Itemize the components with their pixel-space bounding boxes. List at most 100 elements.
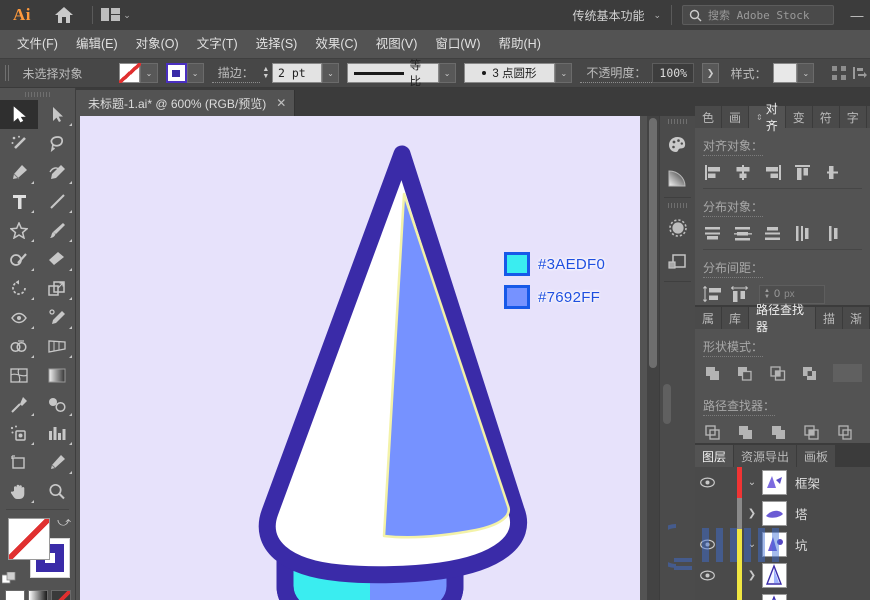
width-tool[interactable] <box>0 303 38 332</box>
horizontal-distribute-space-icon[interactable] <box>731 284 751 304</box>
layers-panel-icon[interactable] <box>660 245 695 279</box>
pen-tool[interactable] <box>0 158 38 187</box>
align-right-icon[interactable] <box>763 162 783 182</box>
tab-color[interactable]: 色 <box>695 106 723 128</box>
home-icon[interactable] <box>44 0 84 30</box>
table-row[interactable]: ❯ <box>695 559 870 591</box>
distribute-bottom-icon[interactable] <box>763 223 783 243</box>
table-row[interactable]: ❯ 塔 <box>695 497 870 529</box>
distribute-horizontal-center-icon[interactable] <box>823 223 843 243</box>
tab-pathfinder[interactable]: 路径查找器 <box>749 303 816 334</box>
shape-builder-tool[interactable] <box>0 332 38 361</box>
hand-tool[interactable] <box>0 477 38 506</box>
tab-stroke[interactable]: 描 <box>815 307 843 329</box>
chevron-right-icon[interactable]: ❯ <box>742 570 762 581</box>
menu-select[interactable]: 选择(S) <box>247 30 307 58</box>
opacity-value[interactable]: 100% <box>652 63 695 83</box>
exclude-icon[interactable] <box>800 363 819 383</box>
align-vertical-center-icon[interactable] <box>823 162 843 182</box>
trim-icon[interactable] <box>736 422 756 442</box>
style-dropdown-icon[interactable]: ⌄ <box>797 63 815 83</box>
menu-edit[interactable]: 编辑(E) <box>67 30 127 58</box>
dock-grip[interactable] <box>660 116 695 127</box>
minimize-button[interactable]: — <box>844 0 870 30</box>
vertical-distribute-space-icon[interactable] <box>703 284 723 304</box>
menu-help[interactable]: 帮助(H) <box>490 30 550 58</box>
graphic-style-swatch[interactable] <box>772 63 798 83</box>
fill-swatch[interactable] <box>119 63 142 83</box>
column-graph-tool[interactable] <box>38 419 76 448</box>
eye-icon[interactable] <box>695 538 719 550</box>
menu-type[interactable]: 文字(T) <box>188 30 247 58</box>
lasso-tool[interactable] <box>38 129 76 158</box>
canvas-area[interactable]: #3AEDF0 #7692FF <box>76 116 659 600</box>
close-icon[interactable]: ✕ <box>276 96 286 110</box>
merge-icon[interactable] <box>769 422 789 442</box>
fill-color-swatch[interactable] <box>8 518 50 560</box>
stroke-weight-dropdown-icon[interactable]: ⌄ <box>321 63 339 83</box>
stroke-weight-stepper[interactable]: ▲ ▼ <box>260 63 272 83</box>
align-horizontal-center-icon[interactable] <box>733 162 753 182</box>
stroke-dropdown-icon[interactable]: ⌄ <box>186 63 204 83</box>
artboard-tool[interactable] <box>0 448 38 477</box>
tab-artboards[interactable]: 画板 <box>797 445 837 467</box>
tab-layers[interactable]: 图层 <box>695 445 735 467</box>
stroke-swatch[interactable] <box>165 63 187 83</box>
distribute-vertical-center-icon[interactable] <box>733 223 753 243</box>
scrollbar-thumb[interactable] <box>649 118 657 368</box>
control-bar-grip[interactable] <box>3 65 13 81</box>
scale-tool[interactable] <box>38 274 76 303</box>
arrange-documents-icon[interactable]: ⌄ <box>101 0 131 30</box>
brush-definition-picker[interactable]: 3 点圆形 <box>463 63 556 83</box>
dock-grip-2[interactable] <box>660 200 695 211</box>
selection-tool[interactable] <box>0 100 38 129</box>
transparency-panel-icon[interactable] <box>660 211 695 245</box>
eraser-tool[interactable] <box>38 245 76 274</box>
brush-dropdown-icon[interactable]: ⌄ <box>555 63 573 83</box>
table-row[interactable]: ⌄ 框架 <box>695 466 870 498</box>
curvature-tool[interactable] <box>38 158 76 187</box>
unite-icon[interactable] <box>703 363 722 383</box>
chevron-down-icon[interactable]: ⌄ <box>742 539 762 550</box>
perspective-grid-tool[interactable] <box>38 332 76 361</box>
menu-object[interactable]: 对象(O) <box>127 30 188 58</box>
workspace-switcher[interactable]: 传统基本功能 ⌄ <box>562 4 671 26</box>
layer-name[interactable]: 框架 <box>787 473 870 492</box>
menu-window[interactable]: 窗口(W) <box>426 30 489 58</box>
tab-gradient[interactable]: 渐 <box>842 307 870 329</box>
blend-tool[interactable] <box>38 390 76 419</box>
menu-view[interactable]: 视图(V) <box>367 30 427 58</box>
transform-panel-icon[interactable] <box>849 62 870 84</box>
table-row[interactable]: ⌄ 坑 <box>695 528 870 560</box>
tab-character[interactable]: 字 <box>839 106 867 128</box>
gradient-panel-icon[interactable] <box>660 161 695 195</box>
menu-file[interactable]: 文件(F) <box>8 30 67 58</box>
eyedropper-tool[interactable] <box>0 390 38 419</box>
layers-list[interactable]: ⌄ 框架 ❯ 塔 ⌄ 坑 ❯ <box>695 466 870 600</box>
type-tool[interactable] <box>0 187 38 216</box>
stroke-profile-picker[interactable]: 等比 <box>346 60 439 88</box>
minus-front-icon[interactable] <box>735 363 754 383</box>
free-transform-tool[interactable] <box>38 303 76 332</box>
distribute-top-icon[interactable] <box>703 223 723 243</box>
chevron-down-icon[interactable]: ⌄ <box>742 477 762 488</box>
mesh-tool[interactable] <box>0 361 38 390</box>
tab-brushes[interactable]: 画 <box>722 106 750 128</box>
intersect-icon[interactable] <box>768 363 787 383</box>
outline-icon[interactable] <box>835 422 855 442</box>
artboard[interactable]: #3AEDF0 #7692FF <box>80 116 640 600</box>
spacing-stepper-icon[interactable]: ▲ ▼ <box>764 288 770 300</box>
document-tab[interactable]: 未标题-1.ai* @ 600% (RGB/预览) ✕ <box>76 90 296 116</box>
toolbar-grip[interactable] <box>0 88 75 100</box>
opacity-more-button[interactable]: ❯ <box>702 63 719 83</box>
shaper-tool[interactable] <box>0 245 38 274</box>
table-row[interactable]: ❯ <box>695 590 870 600</box>
eye-icon[interactable] <box>695 476 719 488</box>
tab-asset-export[interactable]: 资源导出 <box>734 445 798 467</box>
line-segment-tool[interactable] <box>38 187 76 216</box>
default-fill-stroke-icon[interactable] <box>1 571 16 584</box>
tab-symbols[interactable]: 符 <box>812 106 840 128</box>
canvas-vertical-scrollbar[interactable] <box>647 116 659 600</box>
direct-selection-tool[interactable] <box>38 100 76 129</box>
stroke-profile-dropdown-icon[interactable]: ⌄ <box>438 63 456 83</box>
